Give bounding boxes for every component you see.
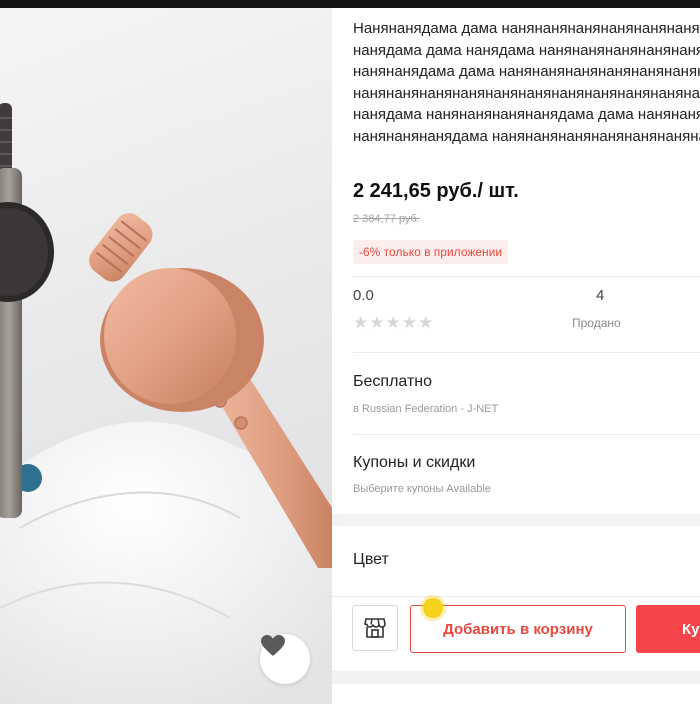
- rating-stars-icon[interactable]: ★★★★★: [353, 313, 434, 333]
- product-title: Нанянанядама дама нанянанянанянанянаняна…: [353, 18, 700, 147]
- original-price: 2 384,77 руб.: [353, 213, 420, 225]
- rating-value: 0.0: [353, 287, 374, 304]
- product-summary-card: Нанянанядама дама нанянанянанянанянаняна…: [332, 8, 700, 514]
- product-photo-illustration: [0, 103, 332, 704]
- divider: [353, 434, 700, 435]
- product-title-line: нанядама нанянанянанянанядама дама нанян…: [353, 106, 700, 123]
- store-icon: [364, 618, 386, 638]
- shipping-title: Бесплатно: [353, 373, 433, 390]
- buy-now-label: Купить: [682, 620, 700, 638]
- next-section-card: [332, 684, 700, 704]
- current-price: 2 241,65 руб./ шт.: [353, 180, 519, 202]
- buy-now-button[interactable]: Купить: [636, 605, 700, 653]
- product-info-panel: Нанянанядама дама нанянанянанянанянаняна…: [332, 8, 700, 704]
- favorite-button[interactable]: [260, 634, 310, 684]
- sold-count: 4: [596, 287, 605, 304]
- product-title-line: нанянанядама дама нанянанянанянанянаняна…: [353, 63, 700, 80]
- color-title: Цвет: [353, 551, 389, 568]
- heart-icon: [261, 635, 285, 656]
- action-bar: Добавить в корзину Купить: [332, 596, 700, 671]
- sold-label: Продано: [572, 316, 621, 330]
- status-bar: [0, 0, 700, 8]
- shipping-subtitle: в Russian Federation - J-NET: [353, 403, 499, 415]
- product-title-line: нанянанянанядама нанянанянанянанянанянан…: [353, 127, 700, 145]
- divider: [353, 352, 700, 353]
- divider: [353, 276, 700, 277]
- product-title-line: Нанянанядама дама нанянанянанянанянаняна…: [353, 20, 700, 37]
- touch-indicator: [423, 598, 443, 618]
- app-discount-badge: -6% только в приложении: [353, 240, 509, 264]
- add-to-cart-button[interactable]: Добавить в корзину: [410, 605, 626, 653]
- product-image[interactable]: [0, 8, 332, 704]
- product-title-line: нанядама дама нанядама нанянанянанянанян…: [353, 41, 700, 59]
- coupons-subtitle: Выберите купоны Available: [353, 483, 491, 495]
- color-selector-row[interactable]: Цвет: [332, 526, 700, 596]
- coupons-title: Купоны и скидки: [353, 454, 476, 471]
- product-title-line: нанянанянанянанянанянанянанянанянанянаня…: [353, 84, 700, 102]
- store-button[interactable]: [352, 605, 398, 651]
